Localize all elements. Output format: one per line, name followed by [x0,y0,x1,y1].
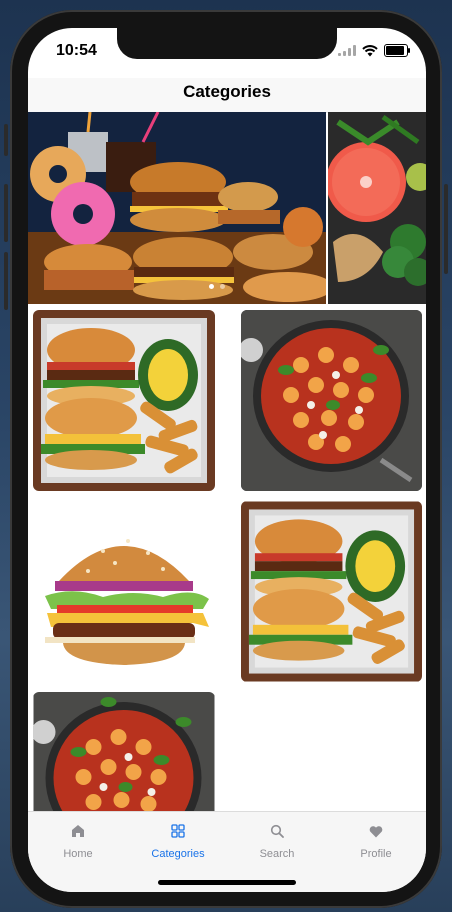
volume-up-button [4,184,8,242]
search-icon [270,824,284,838]
category-card-gnocchi-pan[interactable] [241,310,422,491]
category-card-gnocchi-pan-2[interactable] [33,692,215,812]
notch [117,28,337,59]
fast-food-image [28,112,326,304]
cellular-signal-icon [338,45,356,56]
battery-icon [384,44,410,57]
wifi-icon [362,44,378,56]
home-icon [72,825,84,837]
navigation-bar: Categories [28,78,426,113]
tab-search-label: Search [259,848,295,860]
category-card-burger[interactable] [33,501,215,682]
gnocchi-pan-image [241,310,422,491]
featured-carousel[interactable] [28,112,426,304]
tab-profile-label: Profile [360,848,392,860]
home-indicator[interactable] [158,880,296,885]
gnocchi-pan-image [33,692,215,812]
tab-categories-label: Categories [151,848,205,860]
carousel-slide-fast-food[interactable] [28,112,326,304]
heart-icon [369,825,383,837]
power-button [444,184,448,274]
volume-down-button [4,252,8,310]
status-time: 10:54 [56,42,97,59]
tab-home[interactable]: Home [38,822,118,860]
burger-fries-image [33,310,215,491]
carousel-slide-vegetables[interactable] [328,112,426,304]
app-screen: 10:54 Categories Home Categories Search … [28,28,426,892]
mute-switch [4,124,8,156]
page-title: Categories [183,82,271,101]
grid-icon [171,824,185,838]
carousel-dot-2[interactable] [220,284,225,289]
carousel-dot-1[interactable] [209,284,214,289]
tab-home-label: Home [63,848,93,860]
burger-fries-image [241,501,422,682]
category-card-burger-fries-2[interactable] [241,501,422,682]
tab-categories[interactable]: Categories [138,822,218,860]
burger-image [33,501,215,682]
vegetables-image [328,112,426,304]
category-card-burger-fries[interactable] [33,310,215,491]
tab-search[interactable]: Search [237,822,317,860]
tab-profile[interactable]: Profile [336,822,416,860]
